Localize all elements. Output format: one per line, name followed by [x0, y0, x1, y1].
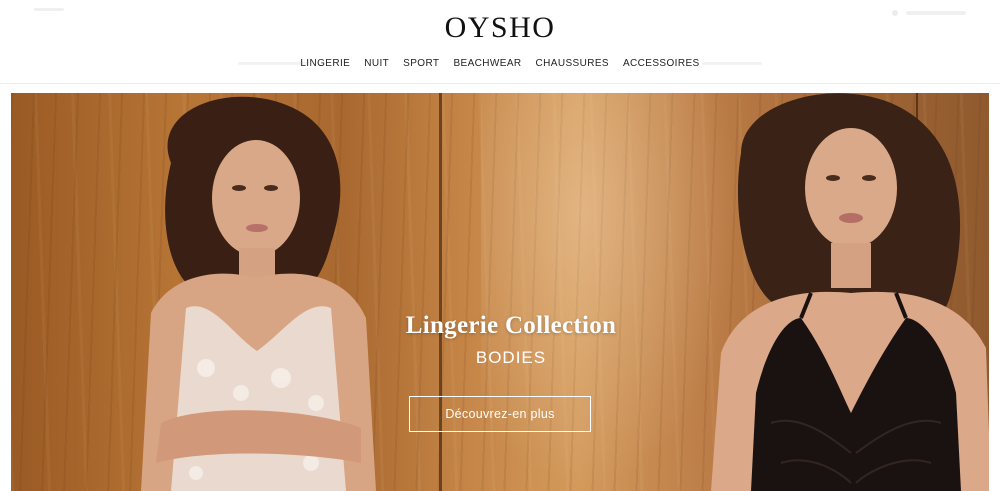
nav-item-chaussures[interactable]: CHAUSSURES — [536, 57, 609, 71]
model-left-image — [141, 96, 376, 491]
hero-banner[interactable]: Lingerie Collection BODIES Découvrez-en … — [11, 93, 989, 491]
hero-text-block: Lingerie Collection BODIES — [11, 311, 989, 369]
main-navigation: LINGERIE NUIT SPORT BEACHWEAR CHAUSSURES… — [0, 57, 1000, 71]
discover-more-button[interactable]: Découvrez-en plus — [409, 396, 591, 432]
nav-item-lingerie[interactable]: LINGERIE — [300, 57, 350, 71]
nav-item-nuit[interactable]: NUIT — [364, 57, 389, 71]
nav-item-accessoires[interactable]: ACCESSOIRES — [623, 57, 700, 71]
site-header: OYSHO LINGERIE NUIT SPORT BEACHWEAR CHAU… — [0, 0, 1000, 84]
hero-subtitle: BODIES — [475, 348, 547, 367]
nav-item-sport[interactable]: SPORT — [403, 57, 439, 71]
model-right-image — [711, 93, 989, 491]
brand-logo[interactable]: OYSHO — [0, 10, 1000, 46]
nav-item-beachwear[interactable]: BEACHWEAR — [453, 57, 521, 71]
hero-title: Lingerie Collection — [405, 312, 617, 339]
